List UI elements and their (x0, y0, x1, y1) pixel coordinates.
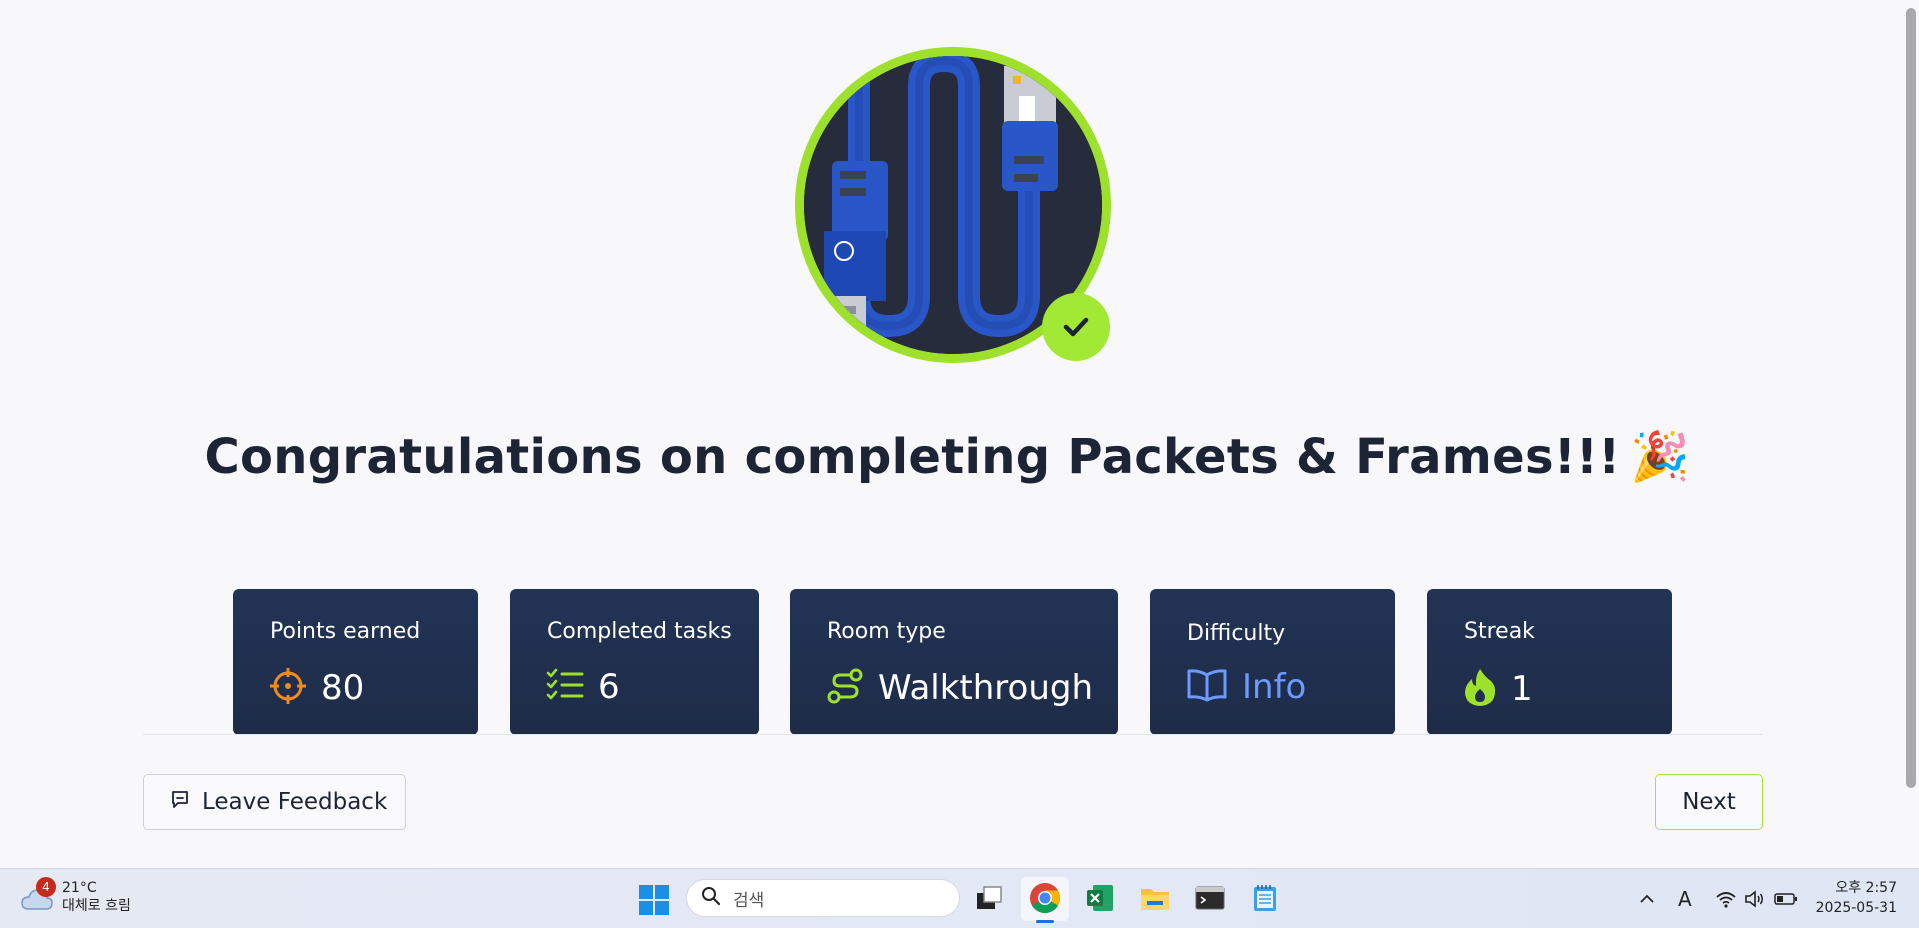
route-icon (826, 667, 864, 709)
next-label: Next (1682, 789, 1736, 815)
title-text: Congratulations on completing Packets & … (204, 429, 1621, 485)
terminal-icon[interactable] (1193, 881, 1227, 915)
chrome-icon[interactable] (1028, 881, 1062, 915)
crosshair-icon (269, 667, 307, 709)
excel-icon[interactable] (1083, 881, 1117, 915)
wifi-icon[interactable] (1715, 887, 1737, 911)
stat-card-difficulty: Difficulty Info (1150, 589, 1395, 735)
search-placeholder: 검색 (733, 890, 765, 911)
stat-label: Points earned (270, 619, 421, 644)
volume-icon[interactable] (1744, 887, 1766, 911)
party-popper-icon: 🎉 (1630, 429, 1691, 485)
task-view-icon[interactable] (972, 881, 1006, 915)
taskbar: 4 21°C 대체로 흐림 검색 A 오후 2:57 2025-05-31 (0, 868, 1919, 928)
system-clock[interactable]: 오후 2:57 2025-05-31 (1816, 878, 1897, 918)
stat-label: Room type (827, 619, 946, 644)
taskbar-search-box[interactable]: 검색 (686, 879, 960, 917)
leave-feedback-label: Leave Feedback (202, 789, 388, 815)
leave-feedback-button[interactable]: Leave Feedback (143, 774, 406, 830)
weather-description: 대체로 흐림 (62, 898, 131, 914)
stat-value[interactable]: Info (1242, 667, 1306, 707)
stat-label: Difficulty (1187, 621, 1286, 646)
stat-card-tasks: Completed tasks 6 (510, 589, 759, 735)
completion-page: Congratulations on completing Packets & … (0, 0, 1919, 868)
stat-value-row: 6 (546, 667, 620, 707)
stat-value-row: Info (1186, 667, 1306, 707)
open-book-icon (1186, 668, 1228, 706)
active-app-indicator (1036, 920, 1054, 923)
temperature: 21°C (62, 880, 97, 896)
flame-icon (1463, 667, 1497, 711)
battery-icon[interactable] (1774, 887, 1798, 911)
notification-count-badge: 4 (36, 877, 56, 897)
stat-value-row: 80 (269, 667, 364, 709)
stat-card-streak: Streak 1 (1427, 589, 1672, 735)
stat-card-points: Points earned 80 (233, 589, 478, 735)
stat-card-room-type: Room type Walkthrough (790, 589, 1118, 735)
page-title: Congratulations on completing Packets & … (0, 428, 1895, 485)
stat-value-row: Walkthrough (826, 667, 1093, 709)
file-explorer-icon[interactable] (1138, 881, 1172, 915)
clock-time: 오후 2:57 (1835, 880, 1897, 896)
clock-date: 2025-05-31 (1815, 900, 1897, 916)
stat-value: 80 (321, 668, 365, 708)
divider (143, 734, 1763, 735)
stat-value-row: 1 (1463, 667, 1533, 711)
next-button[interactable]: Next (1655, 774, 1763, 830)
show-hidden-icons-chevron-icon[interactable] (1638, 887, 1656, 911)
stats-row: Points earned 80 Completed tasks 6 Room … (0, 589, 1919, 736)
checklist-icon (546, 668, 584, 706)
completed-check-icon (1042, 293, 1110, 361)
ime-indicator[interactable]: A (1678, 887, 1692, 911)
stat-value: Walkthrough (878, 668, 1094, 708)
windows-start-icon[interactable] (639, 885, 669, 919)
stat-value: 6 (598, 667, 620, 707)
feedback-icon (170, 789, 190, 815)
stat-value: 1 (1511, 669, 1533, 709)
search-icon (701, 886, 721, 911)
notepad-icon[interactable] (1248, 881, 1282, 915)
stat-label: Streak (1464, 619, 1535, 644)
stat-label: Completed tasks (547, 619, 732, 644)
weather-text: 21°C 대체로 흐림 (62, 879, 131, 915)
room-badge (795, 47, 1111, 363)
weather-widget[interactable]: 4 21°C 대체로 흐림 (20, 877, 131, 915)
